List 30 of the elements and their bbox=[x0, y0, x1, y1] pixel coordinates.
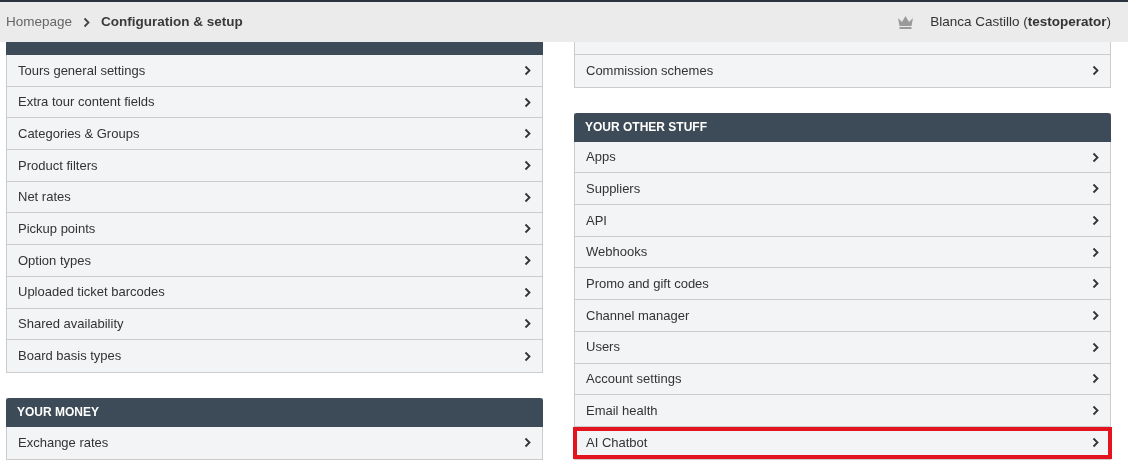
chevron-icon bbox=[524, 318, 531, 330]
section-header: YOUR MONEY bbox=[6, 397, 543, 427]
chevron-icon bbox=[524, 64, 531, 76]
breadcrumb-link[interactable]: Homepage bbox=[6, 11, 73, 33]
chevron-icon bbox=[524, 128, 531, 140]
chevron-icon bbox=[524, 286, 531, 298]
section-header: YOUR OTHER STUFF bbox=[574, 112, 1111, 142]
chevron-icon bbox=[524, 159, 531, 171]
chevron-icon bbox=[1092, 214, 1099, 226]
chevron-icon bbox=[524, 191, 531, 203]
crown-icon bbox=[897, 15, 915, 29]
chevron-icon bbox=[1092, 151, 1099, 163]
chevron-icon bbox=[1092, 183, 1099, 195]
chevron-icon bbox=[524, 350, 531, 362]
chevron-icon bbox=[524, 223, 531, 235]
breadcrumb-current: Configuration & setup bbox=[101, 12, 243, 31]
chevron-icon bbox=[524, 96, 531, 108]
chevron-icon bbox=[524, 254, 531, 266]
chevron-icon bbox=[524, 437, 531, 449]
chevron-icon bbox=[1092, 309, 1099, 321]
user-name[interactable]: Blanca Castillo (testoperator) bbox=[930, 11, 1111, 33]
chevron-icon bbox=[83, 16, 91, 28]
chevron-icon bbox=[1092, 341, 1099, 353]
chevron-icon bbox=[1092, 437, 1099, 449]
chevron-icon bbox=[1092, 65, 1099, 77]
chevron-icon bbox=[1092, 278, 1099, 290]
chevron-icon bbox=[1092, 246, 1099, 258]
menu-item[interactable]: AI Chatbot bbox=[573, 426, 1112, 459]
chevron-icon bbox=[1092, 405, 1099, 417]
chevron-icon bbox=[1092, 373, 1099, 385]
